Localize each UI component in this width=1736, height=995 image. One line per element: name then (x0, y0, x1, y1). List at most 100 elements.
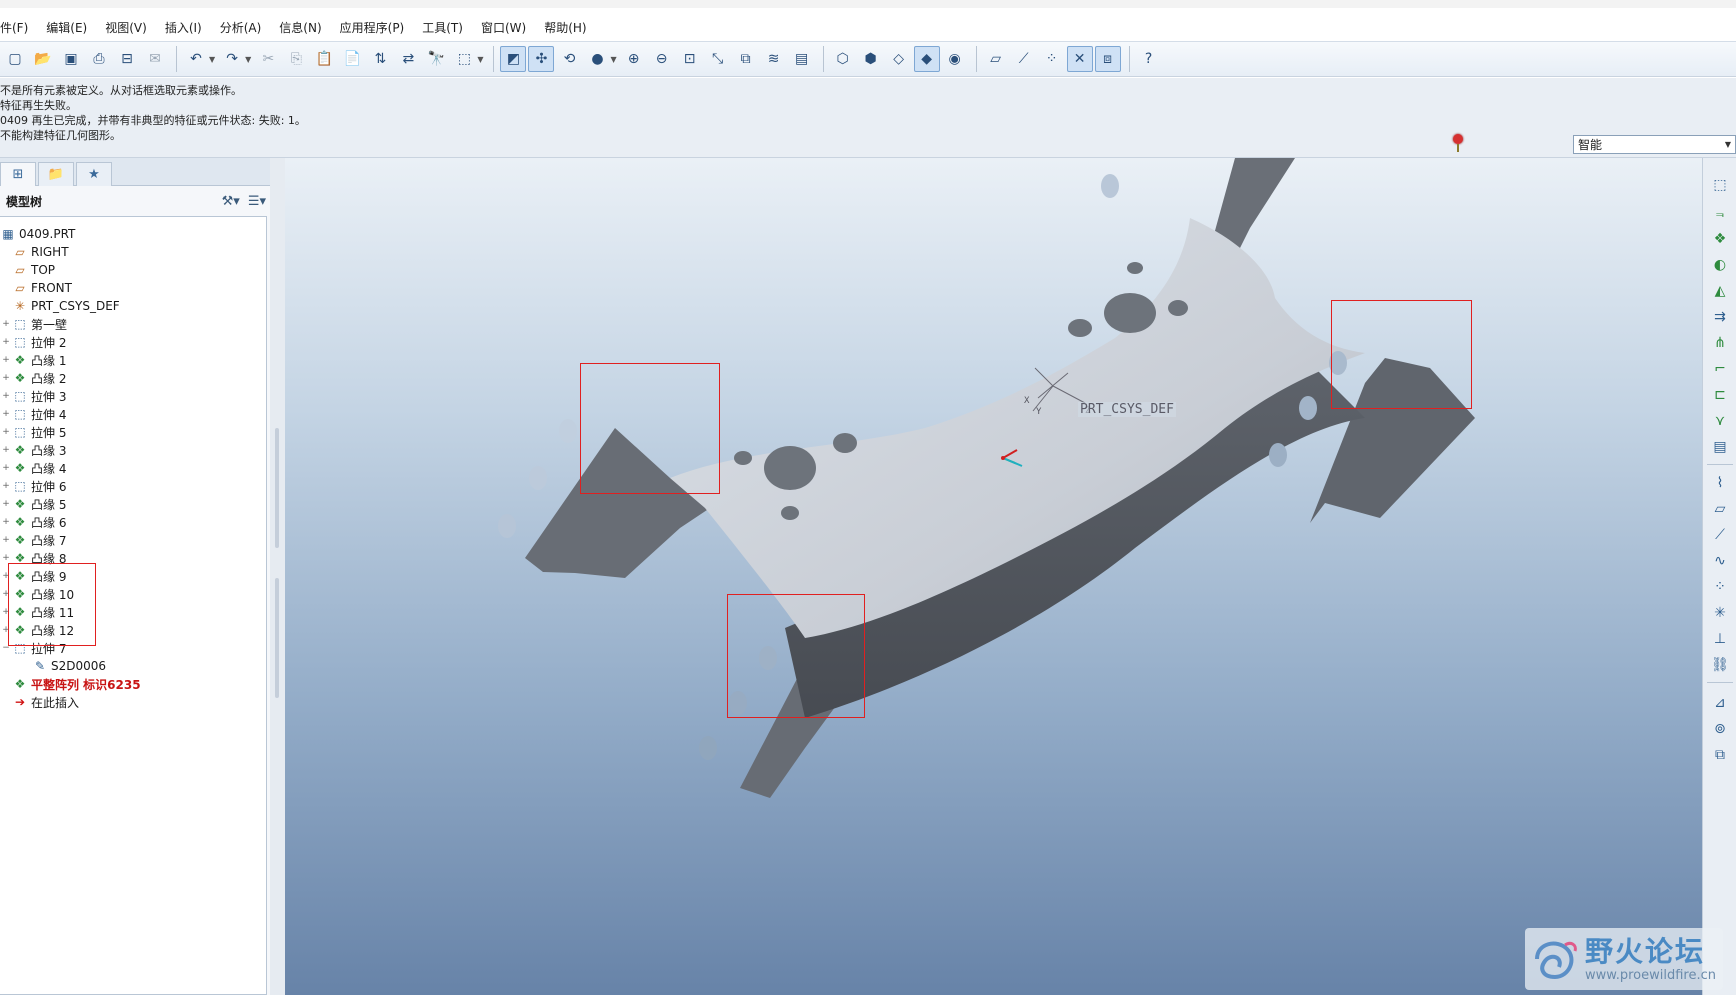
undo-icon[interactable]: ↶ (183, 46, 209, 72)
tree-item[interactable]: + ⬚ 拉伸 2 (2, 333, 66, 351)
tree-settings-icon[interactable]: ⚒▾ (222, 194, 240, 209)
enhanced-realism-icon[interactable]: ◉ (942, 46, 968, 72)
tree-item[interactable]: + ⬚ 拉伸 5 (2, 423, 66, 441)
tree-item[interactable]: ▱ FRONT (12, 279, 72, 297)
menu-applications[interactable]: 应用程序(P) (331, 19, 414, 36)
expand-icon[interactable]: + (2, 535, 10, 545)
tree-item[interactable]: + ⬚ 拉伸 4 (2, 405, 66, 423)
datum-point-display-icon[interactable]: ⁘ (1039, 46, 1065, 72)
expand-icon[interactable]: + (2, 409, 10, 419)
expand-icon[interactable]: + (2, 553, 10, 563)
expand-icon[interactable]: + (2, 445, 10, 455)
tree-item[interactable]: + ❖ 凸缘 1 (2, 351, 66, 369)
tree-item[interactable]: ➔ 在此插入 (12, 693, 79, 711)
menu-tools[interactable]: 工具(T) (413, 19, 472, 36)
no-hidden-icon[interactable]: ◇ (886, 46, 912, 72)
tree-item[interactable]: + ⬚ 拉伸 3 (2, 387, 66, 405)
tree-item[interactable]: + ⬚ 第一壁 (2, 315, 67, 333)
expand-icon[interactable]: + (2, 499, 10, 509)
cut-icon[interactable]: ✂ (255, 46, 281, 72)
selection-filter-dropdown[interactable]: 智能 ▼ (1573, 135, 1736, 154)
saved-views-icon[interactable]: ⧉ (733, 46, 759, 72)
expand-icon[interactable]: + (2, 355, 10, 365)
extrude-tool-icon[interactable]: ⬚ (1709, 174, 1731, 196)
orient-mode-icon[interactable]: ⟲ (556, 46, 582, 72)
repaint-icon[interactable]: ◩ (500, 46, 527, 72)
regenerate-icon[interactable]: ⇅ (367, 46, 393, 72)
layers-icon[interactable]: ≋ (761, 46, 787, 72)
zoom-out-icon[interactable]: ⊖ (649, 46, 675, 72)
open-file-icon[interactable]: 📂 (30, 46, 56, 72)
tree-item[interactable]: ▦ 0409.PRT (0, 225, 75, 243)
email-icon[interactable]: ✉ (142, 46, 168, 72)
tree-item[interactable]: ✎ S2D0006 (32, 657, 106, 675)
flange-wall-icon[interactable]: ❖ (1709, 228, 1731, 250)
splitter-grip[interactable] (275, 428, 279, 548)
chain-tool-icon[interactable]: ⛓ (1709, 654, 1731, 676)
datum-plane-display-icon[interactable]: ▱ (983, 46, 1009, 72)
menu-file[interactable]: 件(F) (0, 19, 37, 36)
hidden-line-icon[interactable]: ⬢ (858, 46, 884, 72)
tree-item[interactable]: + ❖ 凸缘 2 (2, 369, 66, 387)
paste-icon[interactable]: 📋 (311, 46, 337, 72)
analysis-tool-icon[interactable]: ⊥ (1709, 628, 1731, 650)
print-preview-icon[interactable]: ⊟ (114, 46, 140, 72)
menu-view[interactable]: 视图(V) (96, 19, 156, 36)
tree-item[interactable]: ▱ RIGHT (12, 243, 68, 261)
expand-icon[interactable]: + (2, 319, 10, 329)
graphics-window[interactable]: X Y Z PRT_CSYS_DEF (285, 158, 1702, 995)
view-manager-icon[interactable]: ▤ (789, 46, 815, 72)
datum-axis-tool-icon[interactable]: ⟋ (1709, 524, 1731, 546)
punch-tool-icon[interactable]: ⊚ (1709, 718, 1731, 740)
expand-icon[interactable]: + (2, 463, 10, 473)
expand-icon[interactable]: + (2, 337, 10, 347)
copy-icon[interactable]: ⎘ (283, 46, 309, 72)
expand-icon[interactable]: + (2, 373, 10, 383)
datum-plane-tool-icon[interactable]: ▱ (1709, 498, 1731, 520)
annotation-display-icon[interactable]: ⧈ (1094, 46, 1121, 72)
regen-status-icon[interactable] (1452, 134, 1464, 154)
tree-item[interactable]: ✳ PRT_CSYS_DEF (12, 297, 120, 315)
select-box-icon[interactable]: ⬚ (451, 46, 477, 72)
save-icon[interactable]: ▣ (58, 46, 84, 72)
datum-point-tool-icon[interactable]: ⁘ (1709, 576, 1731, 598)
tree-show-icon[interactable]: ☰▾ (248, 194, 266, 209)
expand-icon[interactable]: + (2, 391, 10, 401)
zoom-in-icon[interactable]: ⊕ (621, 46, 647, 72)
datum-curve-tool-icon[interactable]: ∿ (1709, 550, 1731, 572)
menu-info[interactable]: 信息(N) (270, 19, 330, 36)
context-help-icon[interactable]: ? (1136, 46, 1162, 72)
notch-tool-icon[interactable]: ⧉ (1709, 744, 1731, 766)
wireframe-icon[interactable]: ⬡ (830, 46, 856, 72)
undo-dropdown-icon[interactable]: ▼ (209, 55, 215, 64)
menu-window[interactable]: 窗口(W) (472, 19, 535, 36)
appearance-dropdown-icon[interactable]: ▼ (610, 55, 616, 64)
tree-item[interactable]: + ⬚ 拉伸 6 (2, 477, 66, 495)
flat-pattern-icon[interactable]: ▤ (1709, 436, 1731, 458)
redo-dropdown-icon[interactable]: ▼ (245, 55, 251, 64)
rip-icon[interactable]: ⋔ (1709, 332, 1731, 354)
tree-item[interactable]: ▱ TOP (12, 261, 55, 279)
tree-item[interactable]: + ❖ 凸缘 7 (2, 531, 66, 549)
form-tool-icon[interactable]: ⊿ (1709, 692, 1731, 714)
redo-icon[interactable]: ↷ (219, 46, 245, 72)
appearance-icon[interactable]: ● (584, 46, 610, 72)
paste-special-icon[interactable]: 📄 (339, 46, 365, 72)
expand-icon[interactable]: + (2, 517, 10, 527)
datum-axis-display-icon[interactable]: ⟋ (1011, 46, 1037, 72)
tab-model-tree[interactable]: ⊞ (0, 162, 36, 186)
expand-icon[interactable]: + (2, 427, 10, 437)
tree-item[interactable]: + ❖ 凸缘 3 (2, 441, 66, 459)
regen-manager-icon[interactable]: ⇄ (395, 46, 421, 72)
spin-center-icon[interactable]: ✣ (528, 46, 555, 72)
sketch-tool-icon[interactable]: ⌇ (1709, 472, 1731, 494)
csys-tool-icon[interactable]: ✳ (1709, 602, 1731, 624)
flat-wall-icon[interactable]: ⫬ (1709, 202, 1731, 224)
sheetmetal-part[interactable]: X Y Z (285, 158, 1702, 995)
extend-wall-icon[interactable]: ⇉ (1709, 306, 1731, 328)
refit-icon[interactable]: ⊡ (677, 46, 703, 72)
panel-splitter[interactable] (270, 158, 285, 995)
splitter-grip[interactable] (275, 578, 279, 698)
tab-folder-browser[interactable]: 📁 (38, 162, 74, 186)
revolve-wall-icon[interactable]: ◐ (1709, 254, 1731, 276)
